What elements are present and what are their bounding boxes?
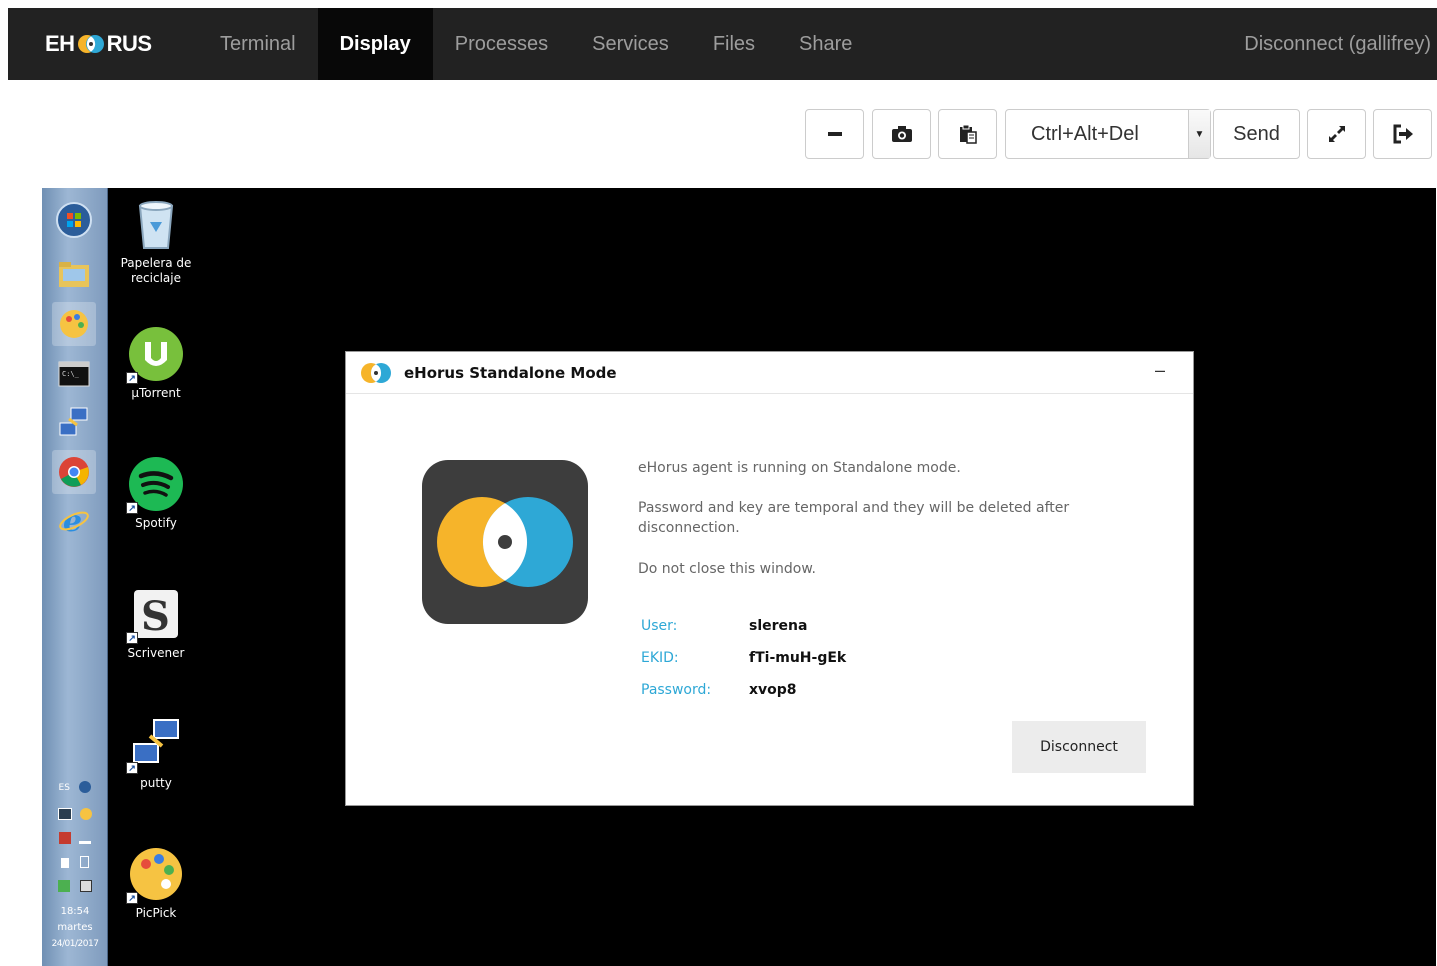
keys-select[interactable]: Ctrl+Alt+Del ▼ — [1005, 109, 1211, 159]
nav-services[interactable]: Services — [570, 8, 691, 80]
desktop-icon-utorrent[interactable]: ↗ µTorrent — [106, 326, 206, 401]
nav-processes[interactable]: Processes — [433, 8, 570, 80]
desktop-icon-spotify[interactable]: ↗ Spotify — [106, 456, 206, 531]
desktop-icon-scrivener[interactable]: S ↗ Scrivener — [106, 586, 206, 661]
desktop-icon-label: Spotify — [135, 516, 177, 530]
dialog-disconnect-button[interactable]: Disconnect — [1012, 721, 1146, 773]
ekid-value: fTi-muH-gEk — [749, 650, 847, 666]
tray-language[interactable]: ES — [42, 780, 108, 793]
minimize-button[interactable] — [805, 109, 864, 159]
svg-text:e: e — [63, 504, 82, 537]
battery-icon[interactable] — [80, 856, 90, 868]
nav-display[interactable]: Display — [317, 8, 433, 80]
logo-text-left: EH — [45, 31, 75, 56]
user-value: slerena — [749, 618, 808, 634]
cmd-terminal-icon[interactable]: C:\_ — [52, 352, 96, 396]
tray-icons-row-3 — [42, 856, 108, 871]
desktop-icon-picpick[interactable]: ↗ PicPick — [106, 846, 206, 921]
status-message: eHorus agent is running on Standalone mo… — [638, 460, 961, 476]
volume-icon[interactable] — [60, 858, 69, 868]
svg-text:S: S — [141, 593, 170, 640]
dialog-minimize-button[interactable]: – — [1155, 360, 1165, 381]
tray-icons-row-1 — [42, 808, 108, 823]
clock-day: martes — [57, 922, 93, 933]
ehorus-large-logo-icon — [422, 460, 588, 624]
dialog-title: eHorus Standalone Mode — [404, 363, 617, 382]
logo-text-right: RUS — [106, 31, 152, 56]
desktop-icon-recycle-bin[interactable]: Papelera de reciclaje — [106, 196, 206, 286]
ekid-label: EKID: — [641, 650, 679, 666]
tray-icons-row-4 — [42, 880, 108, 895]
expand-icon — [1328, 126, 1345, 142]
recycle-green-icon[interactable] — [58, 880, 71, 892]
tray-picpick-icon[interactable] — [79, 808, 92, 820]
standalone-mode-dialog: eHorus Standalone Mode – eHorus agent is… — [345, 351, 1194, 806]
desktop-icon-label: µTorrent — [131, 386, 181, 400]
scrivener-icon: S ↗ — [126, 586, 184, 644]
ehorus-app-icon — [361, 362, 391, 383]
screenshot-button[interactable] — [872, 109, 931, 159]
tray-app-icon[interactable] — [58, 808, 73, 820]
desktop-icon-putty[interactable]: ↗ putty — [106, 716, 206, 791]
picpick-icon: ↗ — [126, 846, 184, 904]
windows-taskbar: C:\_ e ES 18:54 martes 24/01/2017 — [42, 188, 108, 966]
signal-bars-icon[interactable] — [78, 836, 91, 844]
ehorus-logo[interactable]: EH RUS — [8, 8, 198, 80]
explorer-folder-icon[interactable] — [52, 252, 96, 296]
desktop-icon-label: putty — [140, 776, 172, 790]
camera-icon — [891, 126, 912, 142]
action-center-flag-icon[interactable] — [59, 832, 72, 844]
disconnect-link[interactable]: Disconnect (gallifrey) — [1244, 8, 1437, 80]
utorrent-icon: ↗ — [126, 326, 184, 384]
top-navbar: EH RUS Terminal Display Processes Servic… — [8, 8, 1437, 80]
keys-select-value: Ctrl+Alt+Del — [1031, 122, 1139, 145]
recycle-bin-icon — [138, 201, 174, 249]
tray-clock[interactable]: 18:54 martes 24/01/2017 — [42, 904, 108, 952]
internet-explorer-icon[interactable]: e — [52, 498, 96, 542]
desktop-icon-label: Papelera de reciclaje — [120, 256, 192, 285]
shortcut-arrow-icon: ↗ — [126, 632, 138, 644]
putty-icon: ↗ — [126, 716, 184, 774]
temporal-notice: Password and key are temporal and they w… — [638, 500, 1070, 536]
network-computers-icon[interactable] — [52, 400, 96, 444]
shortcut-arrow-icon: ↗ — [126, 502, 138, 514]
shortcut-arrow-icon: ↗ — [126, 762, 138, 774]
clock-time: 18:54 — [60, 906, 90, 917]
nav-terminal[interactable]: Terminal — [198, 8, 318, 80]
shortcut-arrow-icon: ↗ — [126, 892, 138, 904]
clock-date: 24/01/2017 — [51, 939, 99, 949]
desktop-icon-label: Scrivener — [127, 646, 185, 660]
desktop-icon-label: PicPick — [135, 906, 177, 920]
eye-logo-icon — [77, 35, 104, 53]
send-button[interactable]: Send — [1213, 109, 1300, 159]
help-icon[interactable] — [79, 781, 92, 793]
nav-share[interactable]: Share — [777, 8, 874, 80]
password-value: xvop8 — [749, 682, 797, 698]
remote-desktop-canvas[interactable]: C:\_ e ES 18:54 martes 24/01/2017 Papele… — [42, 188, 1436, 966]
close-warning: Do not close this window. — [638, 561, 816, 577]
clipboard-icon — [959, 124, 977, 144]
chrome-icon[interactable] — [52, 450, 96, 494]
tray-icons-row-2 — [42, 832, 108, 847]
shortcut-arrow-icon: ↗ — [126, 372, 138, 384]
storage-icon[interactable] — [79, 880, 92, 892]
sign-out-icon — [1393, 124, 1413, 144]
password-label: Password: — [641, 682, 712, 698]
exit-button[interactable] — [1373, 109, 1432, 159]
dialog-titlebar[interactable]: eHorus Standalone Mode – — [346, 352, 1193, 394]
nav-files[interactable]: Files — [691, 8, 777, 80]
picpick-taskbar-icon[interactable] — [52, 302, 96, 346]
user-label: User: — [641, 618, 678, 634]
start-orb-icon[interactable] — [52, 198, 96, 242]
minus-icon — [827, 132, 842, 136]
language-indicator[interactable]: ES — [59, 783, 70, 793]
svg-text:C:\_: C:\_ — [62, 370, 80, 378]
spotify-icon: ↗ — [126, 456, 184, 514]
clipboard-button[interactable] — [938, 109, 997, 159]
fullscreen-button[interactable] — [1307, 109, 1366, 159]
chevron-down-icon[interactable]: ▼ — [1188, 110, 1210, 158]
